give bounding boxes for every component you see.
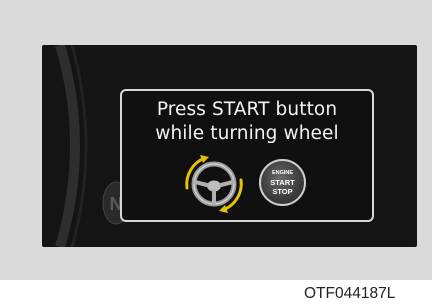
button-label-start: START bbox=[270, 178, 295, 187]
engine-start-stop-button-icon: ENGINE START STOP bbox=[259, 159, 306, 206]
message-line-2: while turning wheel bbox=[155, 123, 339, 144]
figure-code: OTF044187L bbox=[304, 285, 396, 302]
illustration-frame: N Press START button while turning wheel… bbox=[0, 0, 432, 280]
warning-message-box: Press START button while turning wheel E… bbox=[120, 89, 374, 222]
button-label-stop: STOP bbox=[272, 187, 293, 196]
button-label-engine: ENGINE bbox=[271, 170, 294, 176]
message-line-1: Press START button bbox=[156, 99, 338, 120]
steering-wheel-icon bbox=[185, 155, 243, 213]
